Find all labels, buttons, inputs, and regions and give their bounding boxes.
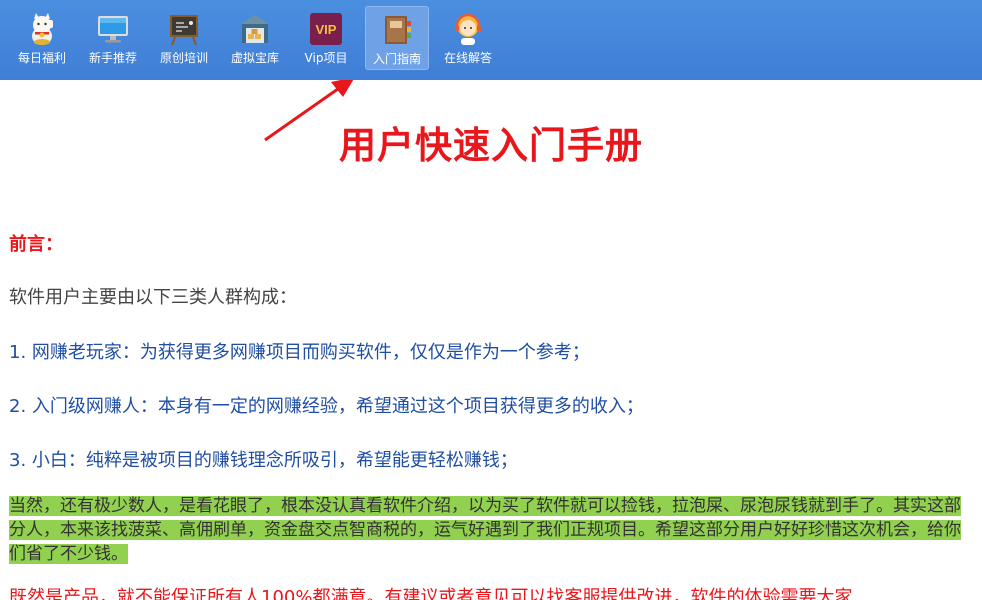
lucky-cat-icon (32, 13, 53, 45)
top-toolbar: 每日福利 新手推荐 原创培训 虚拟宝库 VIP Vip项目 入门指南 在线解答 (0, 0, 982, 80)
toolbar-label: 原创培训 (159, 51, 208, 65)
vip-badge-text: VIP (316, 22, 337, 37)
highlighted-text: 当然，还有极少数人，是看花眼了，根本没认真看软件介绍，以为买了软件就可以捡钱，拉… (9, 496, 961, 564)
toolbar-label: 入门指南 (372, 52, 421, 66)
intro-text: 软件用户主要由以下三类人群构成： (9, 287, 297, 308)
guide-content: 用户快速入门手册 前言： 软件用户主要由以下三类人群构成： 1. 网赚老玩家：为… (0, 80, 982, 600)
guide-book-icon (385, 16, 411, 44)
list-item: 1. 网赚老玩家：为获得更多网赚项目而购买软件，仅仅是作为一个参考； (9, 342, 590, 363)
highlighted-paragraph: 当然，还有极少数人，是看花眼了，根本没认真看软件介绍，以为买了软件就可以捡钱，拉… (9, 494, 969, 566)
support-agent-icon (455, 13, 481, 45)
list-item: 3. 小白：纯粹是被项目的赚钱理念所吸引，希望能更轻松赚钱； (9, 450, 518, 471)
list-item: 2. 入门级网赚人：本身有一定的网赚经验，希望通过这个项目获得更多的收入； (9, 396, 644, 417)
page-title: 用户快速入门手册 (339, 124, 643, 167)
toolbar-item-virtual-vault[interactable]: 虚拟宝库 (225, 0, 285, 80)
toolbar-item-vip-projects[interactable]: VIP Vip项目 (296, 0, 356, 80)
toolbar-label: 新手推荐 (88, 51, 137, 65)
toolbar-label: 在线解答 (443, 51, 492, 65)
toolbar-item-newbie-recommend[interactable]: 新手推荐 (83, 0, 143, 80)
toolbar-item-getting-started[interactable]: 入门指南 (365, 6, 429, 70)
warehouse-icon (241, 15, 269, 43)
partial-paragraph: 既然是产品，就不能保证所有人100%都满意。有建议或者意见可以找客服提供改进，软… (9, 587, 853, 600)
vip-icon: VIP (310, 13, 342, 45)
preface-label: 前言： (9, 234, 63, 255)
toolbar-item-online-answer[interactable]: 在线解答 (438, 0, 498, 80)
toolbar-label: 每日福利 (17, 51, 66, 65)
monitor-icon (98, 16, 128, 43)
chalkboard-icon (170, 15, 198, 46)
toolbar-label: Vip项目 (304, 51, 348, 65)
toolbar-item-original-training[interactable]: 原创培训 (154, 0, 214, 80)
toolbar-item-daily-welfare[interactable]: 每日福利 (12, 0, 72, 80)
toolbar-label: 虚拟宝库 (230, 51, 279, 65)
